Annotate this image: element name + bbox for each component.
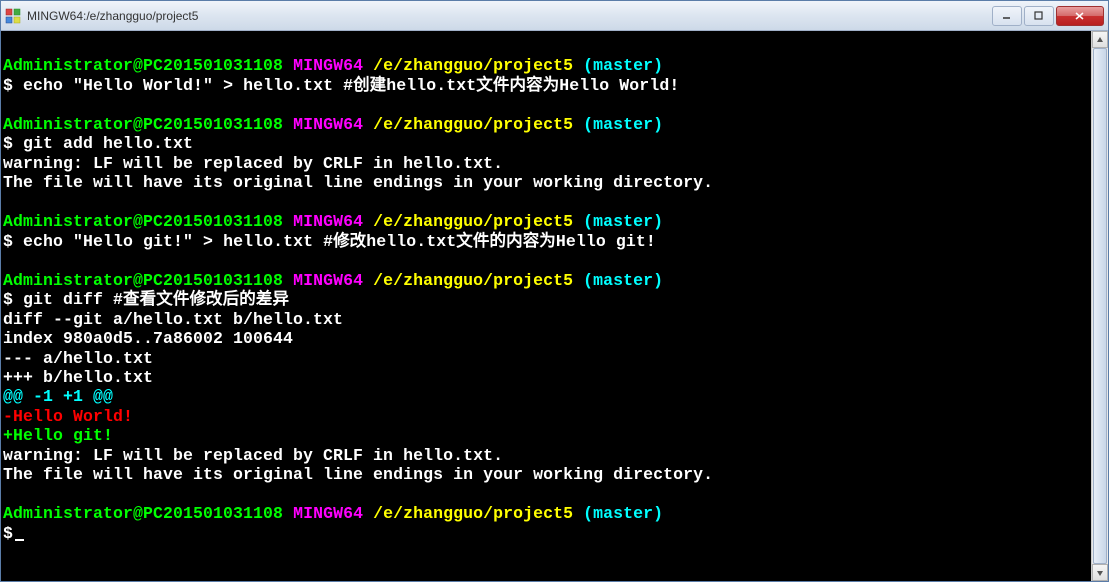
prompt-symbol: $: [3, 134, 13, 153]
prompt-branch: (master): [583, 271, 663, 290]
content-row: Administrator@PC201501031108 MINGW64 /e/…: [1, 31, 1108, 581]
prompt-line: Administrator@PC201501031108 MINGW64 /e/…: [3, 504, 1089, 523]
command-text: echo "Hello git!" > hello.txt #修改hello.t…: [23, 232, 656, 251]
diff-hunk: @@ -1 +1 @@: [3, 387, 1089, 406]
cursor-icon: [15, 539, 24, 541]
prompt-user-host: Administrator@PC201501031108: [3, 56, 283, 75]
command-line: $ git add hello.txt: [3, 134, 1089, 153]
output-line: The file will have its original line end…: [3, 465, 1089, 484]
app-icon: [5, 8, 21, 24]
diff-minus-file: --- a/hello.txt: [3, 349, 1089, 368]
prompt-symbol: $: [3, 76, 13, 95]
diff-header: diff --git a/hello.txt b/hello.txt: [3, 310, 1089, 329]
prompt-path: /e/zhangguo/project5: [373, 271, 573, 290]
maximize-button[interactable]: [1024, 6, 1054, 26]
prompt-line: Administrator@PC201501031108 MINGW64 /e/…: [3, 212, 1089, 231]
prompt-user-host: Administrator@PC201501031108: [3, 504, 283, 523]
prompt-path: /e/zhangguo/project5: [373, 212, 573, 231]
prompt-user-host: Administrator@PC201501031108: [3, 271, 283, 290]
prompt-path: /e/zhangguo/project5: [373, 115, 573, 134]
prompt-symbol: $: [3, 290, 13, 309]
prompt-branch: (master): [583, 56, 663, 75]
prompt-symbol: $: [3, 232, 13, 251]
vertical-scrollbar[interactable]: [1091, 31, 1108, 581]
command-text: git add hello.txt: [23, 134, 193, 153]
command-line[interactable]: $: [3, 524, 1089, 543]
prompt-path: /e/zhangguo/project5: [373, 504, 573, 523]
command-text: git diff #查看文件修改后的差异: [23, 290, 289, 309]
prompt-line: Administrator@PC201501031108 MINGW64 /e/…: [3, 271, 1089, 290]
output-line: warning: LF will be replaced by CRLF in …: [3, 154, 1089, 173]
output-line: The file will have its original line end…: [3, 173, 1089, 192]
titlebar[interactable]: MINGW64:/e/zhangguo/project5: [1, 1, 1108, 31]
prompt-symbol: $: [3, 524, 13, 543]
prompt-user-host: Administrator@PC201501031108: [3, 212, 283, 231]
diff-plus-file: +++ b/hello.txt: [3, 368, 1089, 387]
command-line: $ echo "Hello World!" > hello.txt #创建hel…: [3, 76, 1089, 95]
command-line: $ echo "Hello git!" > hello.txt #修改hello…: [3, 232, 1089, 251]
diff-removed: -Hello World!: [3, 407, 1089, 426]
terminal-output[interactable]: Administrator@PC201501031108 MINGW64 /e/…: [1, 31, 1091, 581]
scrollbar-track[interactable]: [1092, 48, 1108, 564]
diff-added: +Hello git!: [3, 426, 1089, 445]
minimize-button[interactable]: [992, 6, 1022, 26]
terminal-window: MINGW64:/e/zhangguo/project5 Administrat…: [0, 0, 1109, 582]
diff-index: index 980a0d5..7a86002 100644: [3, 329, 1089, 348]
prompt-env: MINGW64: [293, 271, 363, 290]
prompt-env: MINGW64: [293, 504, 363, 523]
window-controls: [990, 6, 1104, 26]
prompt-env: MINGW64: [293, 56, 363, 75]
prompt-env: MINGW64: [293, 212, 363, 231]
prompt-env: MINGW64: [293, 115, 363, 134]
close-button[interactable]: [1056, 6, 1104, 26]
prompt-branch: (master): [583, 115, 663, 134]
prompt-path: /e/zhangguo/project5: [373, 56, 573, 75]
command-line: $ git diff #查看文件修改后的差异: [3, 290, 1089, 309]
prompt-branch: (master): [583, 212, 663, 231]
scrollbar-thumb[interactable]: [1093, 48, 1107, 564]
scroll-down-button[interactable]: [1092, 564, 1108, 581]
command-text: echo "Hello World!" > hello.txt #创建hello…: [23, 76, 679, 95]
window-title: MINGW64:/e/zhangguo/project5: [27, 9, 990, 23]
prompt-line: Administrator@PC201501031108 MINGW64 /e/…: [3, 115, 1089, 134]
prompt-line: Administrator@PC201501031108 MINGW64 /e/…: [3, 56, 1089, 75]
output-line: warning: LF will be replaced by CRLF in …: [3, 446, 1089, 465]
prompt-branch: (master): [583, 504, 663, 523]
prompt-user-host: Administrator@PC201501031108: [3, 115, 283, 134]
scroll-up-button[interactable]: [1092, 31, 1108, 48]
